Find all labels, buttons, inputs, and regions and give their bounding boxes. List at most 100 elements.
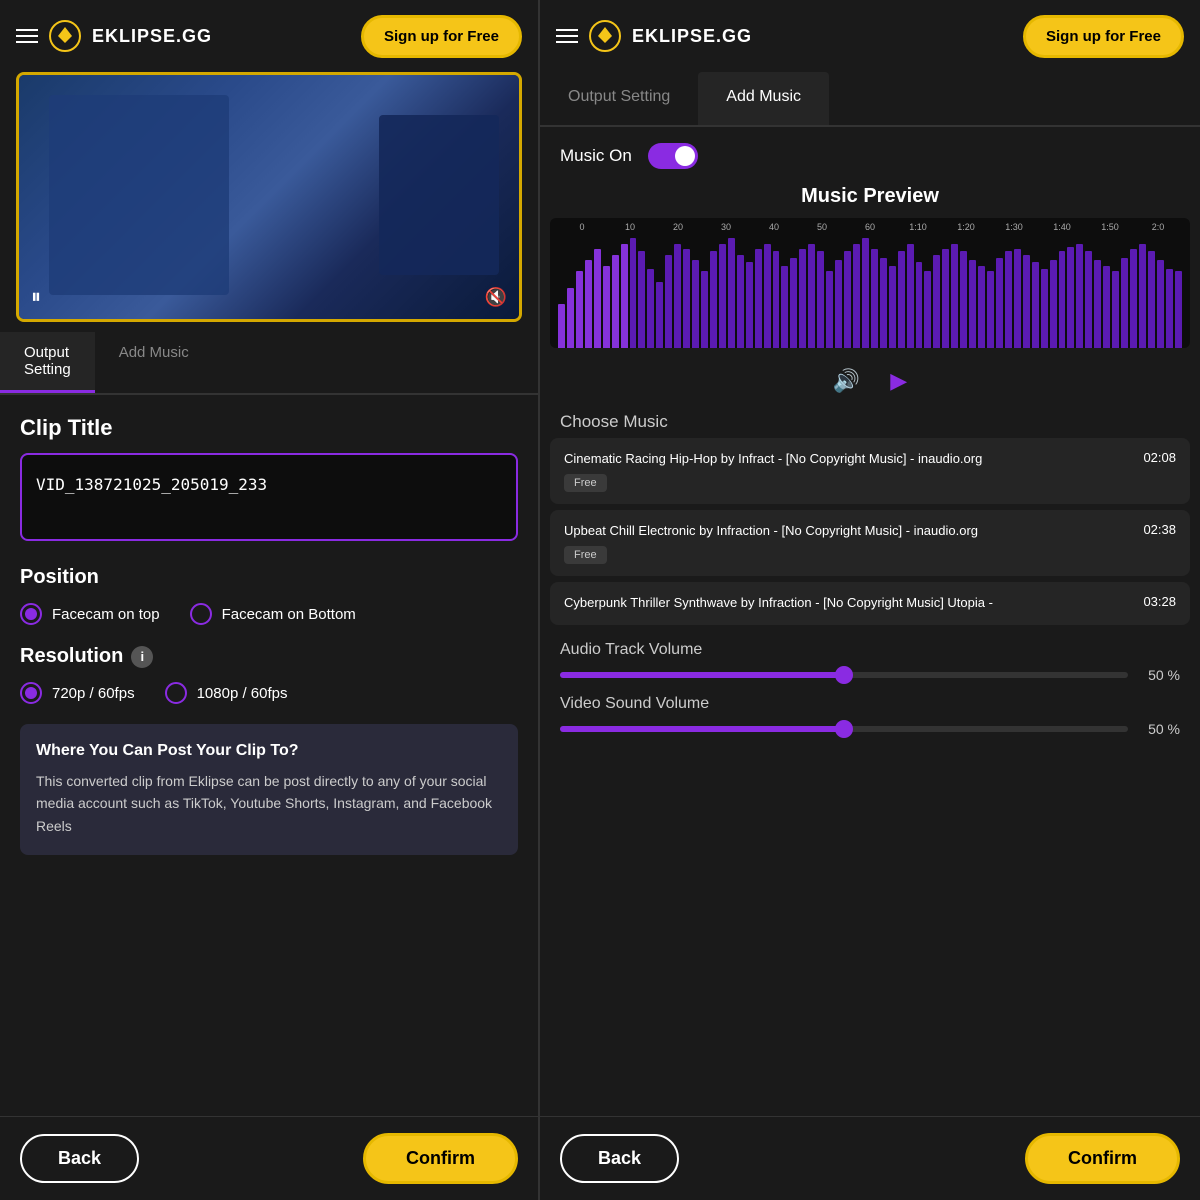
- waveform-bar: [746, 262, 753, 348]
- right-panel: EKLIPSE.GG Sign up for Free Output Setti…: [540, 0, 1200, 1200]
- right-confirm-button[interactable]: Confirm: [1025, 1133, 1180, 1184]
- volume-icon[interactable]: 🔊: [833, 368, 860, 394]
- waveform-bar: [933, 255, 940, 349]
- waveform-bar: [1130, 249, 1137, 348]
- left-back-button[interactable]: Back: [20, 1134, 139, 1183]
- music-item-duration: 03:28: [1143, 594, 1176, 609]
- resolution-radio-group: 720p / 60fps 1080p / 60fps: [20, 682, 518, 704]
- audio-track-fill: [560, 672, 844, 678]
- music-item-title: Upbeat Chill Electronic by Infraction - …: [564, 522, 1133, 540]
- tab-add-music-left[interactable]: Add Music: [95, 332, 213, 393]
- waveform-bar: [1166, 269, 1173, 348]
- waveform-bar: [844, 251, 851, 348]
- music-list-item[interactable]: Upbeat Chill Electronic by Infraction - …: [550, 510, 1190, 576]
- 720p-option[interactable]: 720p / 60fps: [20, 682, 135, 704]
- waveform-bar: [924, 271, 931, 348]
- waveform-bar: [1059, 251, 1066, 348]
- waveform-bar: [701, 271, 708, 348]
- waveform-bar: [942, 249, 949, 348]
- waveform-bar: [907, 244, 914, 349]
- volume-section: Audio Track Volume 50 % Video Sound Volu…: [540, 631, 1200, 759]
- waveform-bar: [996, 258, 1003, 348]
- right-back-button[interactable]: Back: [560, 1134, 679, 1183]
- ruler-marks: 01020304050601:101:201:301:401:502:0: [558, 222, 1182, 232]
- clip-title-label: Clip Title: [20, 415, 518, 441]
- video-preview: ⏸ 🔇: [16, 72, 522, 322]
- 1080p-option[interactable]: 1080p / 60fps: [165, 682, 288, 704]
- ruler-mark: 20: [654, 222, 702, 232]
- waveform-bar: [781, 266, 788, 349]
- facecam-top-dot: [25, 608, 37, 620]
- waveform-bar: [728, 238, 735, 348]
- clip-title-input[interactable]: VID_138721025_205019_233: [20, 453, 518, 541]
- waveform-bar: [585, 260, 592, 348]
- waveform-bar: [1067, 247, 1074, 348]
- waveform-bar: [880, 258, 887, 348]
- ruler-mark: 40: [750, 222, 798, 232]
- waveform-bar: [692, 260, 699, 348]
- right-tab-add-music[interactable]: Add Music: [698, 72, 829, 125]
- right-signup-button[interactable]: Sign up for Free: [1023, 15, 1184, 58]
- facecam-top-option[interactable]: Facecam on top: [20, 603, 160, 625]
- waveform-bar: [1050, 260, 1057, 348]
- video-sound-slider[interactable]: [560, 726, 1128, 732]
- waveform-bar: [871, 249, 878, 348]
- video-sound-thumb[interactable]: [835, 720, 853, 738]
- music-list-item[interactable]: Cyberpunk Thriller Synthwave by Infracti…: [550, 582, 1190, 624]
- right-hamburger-menu[interactable]: [556, 29, 578, 43]
- waveform-bar: [1032, 262, 1039, 348]
- audio-track-pct: 50 %: [1140, 667, 1180, 683]
- ruler-mark: 50: [798, 222, 846, 232]
- right-scroll-area: Music On Music Preview 01020304050601:10…: [540, 127, 1200, 1116]
- right-tab-output-setting[interactable]: Output Setting: [540, 72, 698, 125]
- music-toggle-row: Music On: [540, 127, 1200, 185]
- right-logo-icon: [588, 19, 622, 53]
- waveform-bar: [1023, 255, 1030, 349]
- waveform-bar: [799, 249, 806, 348]
- left-confirm-button[interactable]: Confirm: [363, 1133, 518, 1184]
- audio-track-slider[interactable]: [560, 672, 1128, 678]
- waveform-bar: [1076, 244, 1083, 349]
- video-shape-1: [49, 95, 229, 295]
- left-bottom-bar: Back Confirm: [0, 1116, 538, 1200]
- audio-track-thumb[interactable]: [835, 666, 853, 684]
- waveform-bar: [683, 249, 690, 348]
- facecam-bottom-radio[interactable]: [190, 603, 212, 625]
- resolution-info-icon[interactable]: i: [131, 646, 153, 668]
- 1080p-radio[interactable]: [165, 682, 187, 704]
- waveform-bar: [1112, 271, 1119, 348]
- video-sound-label: Video Sound Volume: [560, 695, 1180, 713]
- waveform-bar: [1041, 269, 1048, 348]
- facecam-bottom-label: Facecam on Bottom: [222, 606, 356, 623]
- choose-music-label: Choose Music: [540, 404, 1200, 438]
- facecam-bottom-option[interactable]: Facecam on Bottom: [190, 603, 356, 625]
- mute-button[interactable]: 🔇: [485, 287, 507, 308]
- waveform-bar: [638, 251, 645, 348]
- waveform-bar: [1014, 249, 1021, 348]
- ruler-mark: 60: [846, 222, 894, 232]
- waveform-bar: [755, 249, 762, 348]
- left-signup-button[interactable]: Sign up for Free: [361, 15, 522, 58]
- waveform-bar: [1157, 260, 1164, 348]
- music-item-top: Upbeat Chill Electronic by Infraction - …: [564, 522, 1176, 540]
- video-background: [19, 75, 519, 319]
- tab-output-setting[interactable]: Output Setting: [0, 332, 95, 393]
- 720p-radio[interactable]: [20, 682, 42, 704]
- waveform-bar: [567, 288, 574, 349]
- music-list-item[interactable]: Cinematic Racing Hip-Hop by Infract - [N…: [550, 438, 1190, 504]
- left-panel: EKLIPSE.GG Sign up for Free ⏸ 🔇 Output S…: [0, 0, 540, 1200]
- music-on-toggle[interactable]: [648, 143, 698, 169]
- video-sound-fill: [560, 726, 844, 732]
- play-button[interactable]: ▶: [890, 368, 907, 394]
- pause-button[interactable]: ⏸: [31, 286, 41, 309]
- ruler-mark: 2:0: [1134, 222, 1182, 232]
- music-item-title: Cyberpunk Thriller Synthwave by Infracti…: [564, 594, 1133, 612]
- hamburger-menu[interactable]: [16, 29, 38, 43]
- waveform-container: 01020304050601:101:201:301:401:502:0: [550, 218, 1190, 348]
- right-logo-text: EKLIPSE.GG: [632, 26, 752, 47]
- ruler-mark: 30: [702, 222, 750, 232]
- facecam-top-radio[interactable]: [20, 603, 42, 625]
- waveform-bar: [1103, 266, 1110, 349]
- video-sound-pct: 50 %: [1140, 721, 1180, 737]
- waveform-bar: [826, 271, 833, 348]
